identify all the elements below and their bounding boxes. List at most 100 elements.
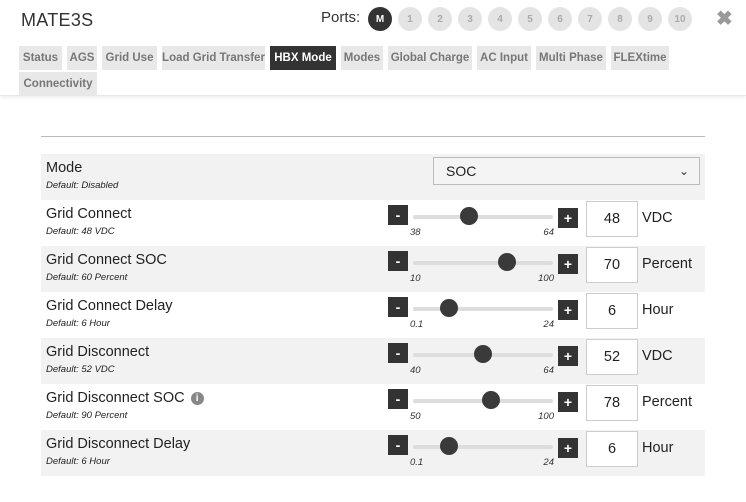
grid-disconnect-decrement-button[interactable]: - (388, 343, 408, 363)
chevron-down-icon: ⌄ (678, 164, 689, 178)
tab-status[interactable]: Status (19, 46, 62, 70)
grid-connect-min-label: 38 (410, 227, 421, 238)
grid-connect-delay-increment-button[interactable]: + (558, 300, 578, 320)
port-button-8[interactable]: 8 (608, 7, 632, 31)
tab-grid-use[interactable]: Grid Use (102, 46, 157, 70)
port-button-3[interactable]: 3 (458, 7, 482, 31)
grid-connect-max-label: 64 (543, 227, 554, 238)
grid-connect-slider-thumb[interactable] (460, 207, 478, 225)
grid-disconnect-delay-label-text: Grid Disconnect Delay (46, 436, 191, 452)
grid-disconnect-max-label: 64 (543, 365, 554, 376)
grid-connect-delay-label: Grid Connect Delay (46, 298, 173, 314)
port-button-5[interactable]: 5 (518, 7, 542, 31)
tab-global-charge[interactable]: Global Charge (388, 46, 472, 70)
grid-disconnect-delay-slider-thumb[interactable] (440, 437, 459, 455)
ports-label: Ports: (321, 9, 361, 26)
grid-connect-soc-default: Default: 60 Percent (46, 272, 128, 283)
grid-connect-row: Grid Connect Default: 48 VDC -38 64 +48 VDC (41, 200, 705, 246)
grid-disconnect-min-label: 40 (410, 365, 421, 376)
tab-ac-input[interactable]: AC Input (477, 46, 531, 70)
grid-disconnect-label-text: Grid Disconnect (46, 344, 150, 360)
grid-connect-soc-value-input[interactable]: 70 (586, 247, 638, 283)
grid-connect-soc-row: Grid Connect SOC Default: 60 Percent -10 10… (41, 246, 705, 292)
grid-connect-label-text: Grid Connect (46, 206, 132, 222)
port-button-9[interactable]: 9 (638, 7, 662, 31)
grid-disconnect-delay-unit: Hour (642, 440, 674, 456)
settings-panel: MATE3S Ports: M 1 2 3 4 5 6 7 8 9 10 ✖ Status AGS Gr… (0, 0, 746, 502)
grid-disconnect-soc-label: Grid Disconnect SOC i (46, 390, 204, 406)
grid-disconnect-delay-slider-track[interactable] (413, 445, 553, 449)
grid-disconnect-soc-slider-thumb[interactable] (482, 391, 501, 409)
port-selector: M 1 2 3 4 5 6 7 8 9 10 (368, 7, 698, 31)
mode-select[interactable]: SOC ⌄ (433, 157, 700, 185)
grid-connect-delay-unit: Hour (642, 302, 674, 318)
grid-connect-soc-label: Grid Connect SOC (46, 252, 167, 268)
grid-disconnect-soc-min-label: 50 (410, 411, 421, 422)
grid-connect-delay-slider-thumb[interactable] (440, 299, 459, 317)
grid-connect-delay-value-input[interactable]: 6 (586, 293, 638, 329)
grid-disconnect-delay-min-label: 0.1 (410, 457, 424, 468)
tab-flextime[interactable]: FLEXtime (611, 46, 669, 70)
grid-disconnect-slider-thumb[interactable] (474, 345, 492, 363)
grid-disconnect-row: Grid Disconnect Default: 52 VDC -40 64 +52 VD… (41, 338, 705, 384)
grid-connect-unit: VDC (642, 210, 673, 226)
grid-connect-soc-increment-button[interactable]: + (558, 254, 578, 274)
grid-connect-soc-slider-track[interactable] (413, 261, 553, 265)
grid-disconnect-soc-label-text: Grid Disconnect SOC (46, 390, 185, 406)
port-button-10[interactable]: 10 (668, 7, 692, 31)
grid-connect-soc-max-label: 100 (538, 273, 554, 284)
grid-disconnect-soc-increment-button[interactable]: + (558, 392, 578, 412)
grid-disconnect-soc-row: Grid Disconnect SOC i Default: 90 Percent -… (41, 384, 705, 430)
grid-disconnect-soc-value-input[interactable]: 78 (586, 385, 638, 421)
grid-disconnect-delay-increment-button[interactable]: + (558, 438, 578, 458)
grid-connect-delay-slider-track[interactable] (413, 307, 553, 311)
port-button-7[interactable]: 7 (578, 7, 602, 31)
grid-connect-soc-label-text: Grid Connect SOC (46, 252, 167, 268)
tab-load-grid-transfer[interactable]: Load Grid Transfer (162, 46, 265, 70)
grid-connect-delay-label-text: Grid Connect Delay (46, 298, 173, 314)
grid-disconnect-increment-button[interactable]: + (558, 346, 578, 366)
close-icon[interactable]: ✖ (716, 6, 733, 31)
grid-connect-delay-max-label: 24 (543, 319, 554, 330)
grid-connect-increment-button[interactable]: + (558, 208, 578, 228)
grid-connect-delay-default: Default: 6 Hour (46, 318, 110, 329)
grid-disconnect-soc-max-label: 100 (538, 411, 554, 422)
grid-connect-delay-decrement-button[interactable]: - (388, 297, 408, 317)
grid-disconnect-delay-row: Grid Disconnect Delay Default: 6 Hour -0.1… (41, 430, 705, 476)
grid-disconnect-unit: VDC (642, 348, 673, 364)
tab-hbx-mode[interactable]: HBX Mode (270, 46, 336, 70)
grid-disconnect-soc-decrement-button[interactable]: - (388, 389, 408, 409)
tab-connectivity[interactable]: Connectivity (19, 72, 97, 96)
grid-disconnect-delay-label: Grid Disconnect Delay (46, 436, 190, 452)
grid-connect-slider-track[interactable] (413, 215, 553, 219)
grid-connect-default: Default: 48 VDC (46, 226, 115, 237)
grid-disconnect-delay-max-label: 24 (543, 457, 554, 468)
port-button-m[interactable]: M (368, 7, 392, 31)
grid-disconnect-delay-decrement-button[interactable]: - (388, 435, 408, 455)
mode-default: Default: Disabled (46, 180, 119, 191)
mode-label: Mode (46, 160, 83, 176)
info-icon[interactable]: i (190, 392, 204, 405)
grid-connect-value-input[interactable]: 48 (586, 201, 638, 237)
tab-multi-phase[interactable]: Multi Phase (536, 46, 606, 70)
header: MATE3S Ports: M 1 2 3 4 5 6 7 8 9 10 ✖ Status AGS Gr… (0, 0, 746, 96)
grid-connect-delay-min-label: 0.1 (410, 319, 424, 330)
grid-connect-soc-unit: Percent (642, 256, 692, 272)
tab-ags[interactable]: AGS (67, 46, 97, 70)
divider (41, 136, 705, 137)
grid-disconnect-value-input[interactable]: 52 (586, 339, 638, 375)
port-button-4[interactable]: 4 (488, 7, 512, 31)
mode-row: Mode Default: Disabled SOC ⌄ (41, 154, 705, 200)
port-button-2[interactable]: 2 (428, 7, 452, 31)
port-button-1[interactable]: 1 (398, 7, 422, 31)
port-button-6[interactable]: 6 (548, 7, 572, 31)
grid-disconnect-delay-default: Default: 6 Hour (46, 456, 110, 467)
grid-connect-label: Grid Connect (46, 206, 131, 222)
grid-disconnect-soc-unit: Percent (642, 394, 692, 410)
grid-connect-soc-decrement-button[interactable]: - (388, 251, 408, 271)
grid-connect-soc-slider-thumb[interactable] (497, 253, 516, 271)
grid-connect-soc-min-label: 10 (410, 273, 421, 284)
grid-connect-decrement-button[interactable]: - (388, 205, 408, 225)
grid-disconnect-delay-value-input[interactable]: 6 (586, 431, 638, 467)
tab-modes[interactable]: Modes (341, 46, 383, 70)
